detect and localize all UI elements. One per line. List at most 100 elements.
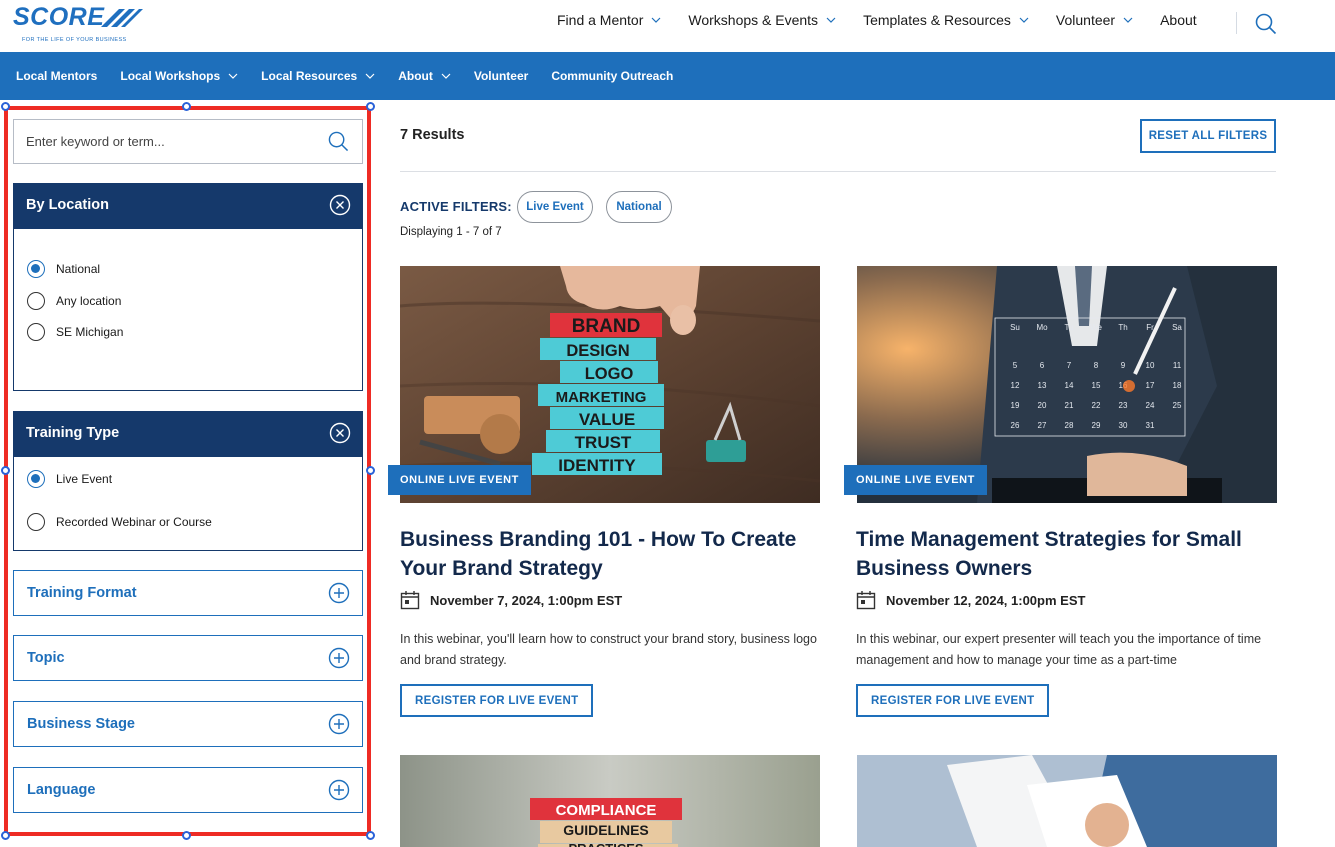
radio-option[interactable]: SE Michigan	[27, 323, 123, 341]
nav-volunteer[interactable]: Volunteer	[1056, 12, 1133, 28]
calendar-day-number: 13	[1038, 381, 1047, 390]
register-live-event-button[interactable]: REGISTER FOR LIVE EVENT	[400, 684, 594, 717]
chevron-down-icon	[1019, 17, 1029, 23]
block-word: DESIGN	[566, 342, 629, 360]
calendar-day-number: 18	[1173, 381, 1182, 390]
calendar-day-number: 20	[1038, 401, 1047, 410]
radio-option[interactable]: National	[27, 260, 100, 278]
site-header: SCORE FOR THE LIFE OF YOUR BUSINESS Find…	[0, 0, 1335, 52]
selection-handle[interactable]	[1, 466, 10, 475]
active-filters-label: ACTIVE FILTERS:	[400, 199, 512, 214]
plus-circle-icon[interactable]	[328, 779, 350, 801]
block-word: PRACTICES	[568, 841, 643, 847]
calendar-day-number: 23	[1119, 401, 1128, 410]
option-label: National	[56, 262, 101, 276]
event-type-badge: ONLINE LIVE EVENT	[844, 465, 987, 495]
nav-label: About	[1160, 12, 1197, 28]
event-type-badge: ONLINE LIVE EVENT	[388, 465, 531, 495]
calendar-day-number: 9	[1121, 361, 1126, 370]
score-logo[interactable]: SCORE FOR THE LIFE OF YOUR BUSINESS	[13, 3, 143, 47]
selection-handle[interactable]	[366, 831, 375, 840]
filter-training-type-header[interactable]: Training Type	[13, 411, 363, 457]
nav-templates-resources[interactable]: Templates & Resources	[863, 12, 1029, 28]
nav-about[interactable]: About	[1160, 12, 1197, 28]
filter-title: Topic	[27, 650, 65, 666]
calendar-day-number: 10	[1146, 361, 1155, 370]
filter-topic[interactable]: Topic	[13, 635, 363, 681]
displaying-range: Displaying 1 - 7 of 7	[400, 226, 502, 238]
close-circle-icon[interactable]	[329, 422, 351, 444]
card-image-paperwork[interactable]	[857, 755, 1277, 847]
subnav-label: About	[398, 69, 433, 83]
card-title[interactable]: Time Management Strategies for Small Bus…	[856, 525, 1276, 583]
chevron-down-icon	[1123, 17, 1133, 23]
selection-handle[interactable]	[366, 466, 375, 475]
nav-divider	[1236, 12, 1237, 34]
radio-option[interactable]: Any location	[27, 292, 121, 310]
radio-option[interactable]: Live Event	[27, 470, 112, 488]
calendar-day-head: We	[1090, 323, 1102, 332]
calendar-icon	[856, 591, 876, 610]
filter-title: Language	[27, 782, 96, 798]
radio-unselected[interactable]	[27, 513, 45, 531]
subnav-label: Volunteer	[473, 69, 529, 83]
chevron-down-icon	[441, 73, 451, 79]
subnav-community-outreach[interactable]: Community Outreach	[551, 69, 673, 83]
filter-training-format[interactable]: Training Format	[13, 570, 363, 616]
nav-label: Workshops & Events	[688, 12, 819, 28]
card-title[interactable]: Business Branding 101 - How To Create Yo…	[400, 525, 820, 583]
radio-unselected[interactable]	[27, 323, 45, 341]
register-live-event-button[interactable]: REGISTER FOR LIVE EVENT	[856, 684, 1050, 717]
radio-option[interactable]: Recorded Webinar or Course	[27, 513, 212, 531]
card-image-compliance[interactable]: COMPLIANCE GUIDELINES PRACTICES	[400, 755, 820, 847]
close-circle-icon[interactable]	[329, 194, 351, 216]
calendar-icon	[400, 591, 420, 610]
reset-all-filters-button[interactable]: RESET ALL FILTERS	[1140, 119, 1276, 153]
selection-handle[interactable]	[182, 102, 191, 111]
keyword-search-input[interactable]	[26, 120, 316, 163]
radio-selected[interactable]	[27, 470, 45, 488]
card-date: November 12, 2024, 1:00pm EST	[856, 590, 1085, 610]
calendar-day-number: 26	[1011, 421, 1020, 430]
calendar-day-number: 28	[1065, 421, 1074, 430]
block-word: COMPLIANCE	[556, 802, 657, 819]
search-icon[interactable]	[1255, 13, 1277, 35]
paperwork-illustration	[857, 755, 1277, 847]
nav-workshops-events[interactable]: Workshops & Events	[688, 12, 836, 28]
radio-selected[interactable]	[27, 260, 45, 278]
calendar-day-number: 29	[1092, 421, 1101, 430]
filter-location-header[interactable]: By Location	[13, 183, 363, 229]
subnav-local-resources[interactable]: Local Resources	[261, 69, 375, 83]
plus-circle-icon[interactable]	[328, 713, 350, 735]
calendar-day-number: 31	[1146, 421, 1155, 430]
filter-chip-national[interactable]: National	[606, 191, 672, 223]
nav-find-a-mentor[interactable]: Find a Mentor	[557, 12, 661, 28]
subnav-local-mentors[interactable]: Local Mentors	[16, 69, 97, 83]
filter-chip-live-event[interactable]: Live Event	[517, 191, 593, 223]
nav-label: Volunteer	[1055, 12, 1116, 28]
subnav-local-workshops[interactable]: Local Workshops	[120, 69, 238, 83]
block-word: BRAND	[572, 316, 641, 337]
filter-language[interactable]: Language	[13, 767, 363, 813]
subnav-about[interactable]: About	[398, 69, 451, 83]
filter-title: Training Type	[26, 425, 120, 441]
subnav-volunteer[interactable]: Volunteer	[474, 69, 528, 83]
subnav-label: Community Outreach	[551, 69, 674, 83]
radio-unselected[interactable]	[27, 292, 45, 310]
filter-business-stage[interactable]: Business Stage	[13, 701, 363, 747]
calendar-day-number: 19	[1011, 401, 1020, 410]
selection-handle[interactable]	[1, 831, 10, 840]
calendar-day-number: 12	[1011, 381, 1020, 390]
calendar-day-head: Th	[1118, 323, 1127, 332]
selection-handle[interactable]	[366, 102, 375, 111]
selection-handle[interactable]	[1, 102, 10, 111]
calendar-day-number: 30	[1119, 421, 1128, 430]
search-icon[interactable]	[328, 131, 349, 152]
plus-circle-icon[interactable]	[328, 582, 350, 604]
selection-handle[interactable]	[182, 831, 191, 840]
block-word: VALUE	[579, 410, 635, 429]
plus-circle-icon[interactable]	[328, 647, 350, 669]
chevron-down-icon	[826, 17, 836, 23]
card-date-text: November 7, 2024, 1:00pm EST	[430, 592, 623, 608]
card-description: In this webinar, our expert presenter wi…	[856, 632, 1262, 667]
